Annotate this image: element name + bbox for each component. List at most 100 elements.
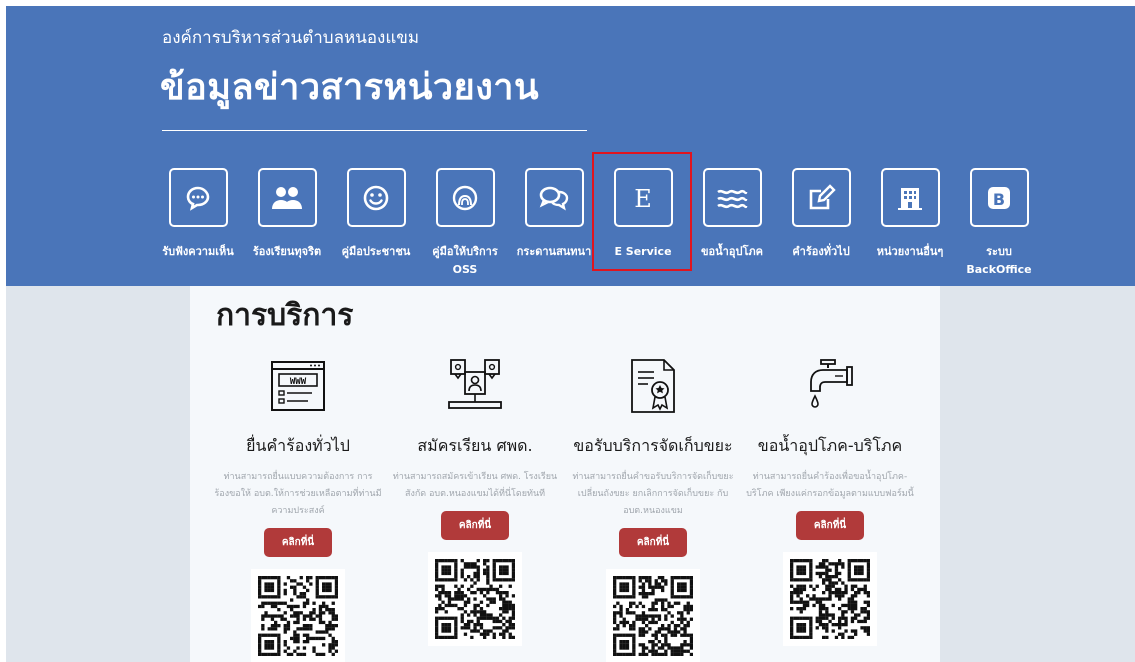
qr-module <box>315 588 319 593</box>
qr-module <box>302 633 307 637</box>
qr-module <box>863 591 867 595</box>
qr-module <box>489 584 493 588</box>
nav-label: ระบบ BackOffice <box>966 245 1032 276</box>
qr-module <box>632 624 636 628</box>
qr-module <box>309 627 313 631</box>
qr-module <box>683 624 687 628</box>
qr-module <box>270 588 275 593</box>
qr-module <box>441 600 445 604</box>
water-waves-icon <box>702 168 762 227</box>
qr-module <box>670 614 674 618</box>
nav-item-water-request[interactable]: ขอน้ำอุปโภค <box>686 168 778 261</box>
qr-module <box>277 588 281 593</box>
qr-module <box>635 617 639 621</box>
click-here-button[interactable]: คลิกที่นี่ <box>619 528 687 557</box>
card-description: ท่านสามารถสมัครเข้าเรียน ศพด. โรงเรียนสั… <box>392 472 558 499</box>
qr-module <box>841 613 845 617</box>
nav-item-backoffice[interactable]: B ระบบ BackOffice <box>953 168 1045 279</box>
qr-module <box>447 626 452 630</box>
qr-module <box>828 578 832 582</box>
qr-module <box>328 588 332 593</box>
qr-module <box>822 613 826 617</box>
nav-item-complaint[interactable]: ร้องเรียนทุจริต <box>241 168 333 261</box>
svg-text:B: B <box>993 190 1005 209</box>
qr-module <box>834 587 839 592</box>
qr-module <box>258 579 262 583</box>
nav-item-citizen-manual[interactable]: คู่มือประชาชน <box>330 168 422 261</box>
qr-module <box>632 640 636 644</box>
qr-module <box>328 646 332 650</box>
qr-module <box>818 562 823 566</box>
qr-module <box>651 604 655 609</box>
qr-module <box>670 604 674 609</box>
qr-module <box>499 591 503 595</box>
qr-module <box>648 576 652 580</box>
qr-module <box>677 601 681 605</box>
qr-module <box>619 608 623 612</box>
qr-module <box>828 587 832 592</box>
qr-module <box>657 627 662 631</box>
qr-module <box>331 617 335 621</box>
qr-module <box>857 587 861 592</box>
qr-module <box>467 619 471 624</box>
nav-item-feedback[interactable]: รับฟังความเห็น <box>152 168 244 261</box>
qr-module <box>673 652 678 657</box>
qr-module <box>489 629 493 633</box>
qr-module <box>838 616 842 620</box>
qr-module <box>511 626 516 630</box>
qr-module <box>283 630 287 634</box>
qr-module <box>825 626 829 630</box>
qr-module <box>680 611 684 615</box>
qr-module <box>299 576 303 580</box>
qr-module <box>686 633 690 637</box>
qr-module <box>435 565 439 569</box>
qr-module <box>670 588 674 593</box>
click-here-button[interactable]: คลิกที่นี่ <box>441 511 509 540</box>
nav-item-forum[interactable]: กระดานสนทนา <box>508 168 600 261</box>
qr-module <box>857 613 861 617</box>
click-here-button[interactable]: คลิกที่นี่ <box>796 511 864 540</box>
qr-module <box>486 616 490 620</box>
qr-module <box>318 636 323 641</box>
qr-module <box>454 591 458 595</box>
qr-module <box>625 595 630 599</box>
qr-module <box>673 601 678 605</box>
qr-module <box>486 603 490 608</box>
nav-item-general-request[interactable]: คำร้องทั่วไป <box>775 168 867 261</box>
qr-module <box>270 624 275 628</box>
qr-module <box>847 603 851 608</box>
qr-module <box>479 587 484 592</box>
qr-module <box>831 562 835 566</box>
qr-module <box>435 578 439 582</box>
qr-module <box>670 592 674 596</box>
qr-module <box>661 652 665 657</box>
qr-module <box>334 643 339 647</box>
qr-module <box>495 587 500 592</box>
qr-module <box>315 614 319 618</box>
qr-module <box>261 604 265 609</box>
card-description: ท่านสามารถยื่นแบบความต้องการ การร้องขอให… <box>214 472 382 516</box>
nav-item-other-agencies[interactable]: หน่วยงานอื่นๆ <box>864 168 956 261</box>
qr-module <box>838 559 842 563</box>
qr-module <box>689 604 694 609</box>
qr-module <box>511 616 516 620</box>
qr-module <box>499 619 503 624</box>
qr-module <box>651 592 655 596</box>
qr-module <box>838 626 842 630</box>
qr-module <box>315 630 319 634</box>
click-here-button[interactable]: คลิกที่นี่ <box>264 528 332 557</box>
qr-module <box>486 613 490 617</box>
qr-module <box>683 608 687 612</box>
qr-module <box>841 632 845 636</box>
qr-module <box>866 565 871 569</box>
qr-module <box>831 581 835 585</box>
qr-module <box>796 568 800 572</box>
qr-module <box>796 626 800 630</box>
qr-module <box>809 623 813 627</box>
nav-item-oss-manual[interactable]: คู่มือให้บริการ OSS <box>419 168 511 279</box>
qr-module <box>622 595 626 599</box>
qr-module <box>866 629 871 633</box>
qr-module <box>277 585 281 589</box>
qr-module <box>790 597 794 601</box>
qr-module <box>492 619 496 624</box>
